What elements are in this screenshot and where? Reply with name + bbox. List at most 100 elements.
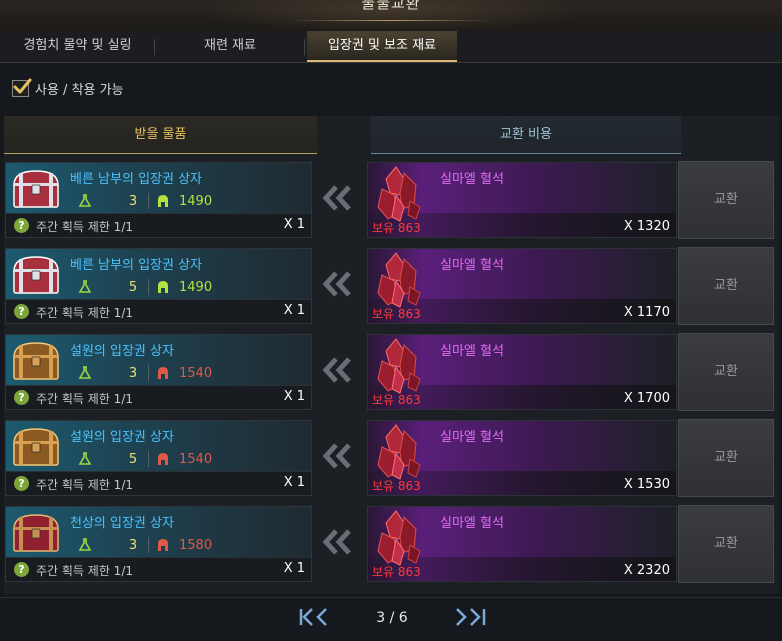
help-icon[interactable]: ?: [14, 476, 29, 491]
reward-item-card[interactable]: 베른 남부의 입장권 상자 3 1490 ? 주간 획득 제한 1/1 X 1: [5, 162, 312, 238]
footer-divider: [0, 597, 782, 598]
stat-divider: [148, 365, 149, 381]
help-icon[interactable]: ?: [14, 562, 29, 577]
cost-item-card[interactable]: 실마엘 혈석 보유 863 X 1530: [367, 420, 677, 496]
required-count: 5: [128, 279, 138, 295]
owned-amount: 보유 863: [372, 479, 421, 493]
cost-item-name: 실마엘 혈석: [440, 172, 504, 187]
bloodstone-icon: [377, 166, 421, 222]
help-icon[interactable]: ?: [14, 390, 29, 405]
tab-exp-potions[interactable]: 경험치 물약 및 실링: [0, 31, 155, 62]
reward-item-requirements: 5 1540: [78, 450, 212, 468]
chest-red-icon: [13, 256, 59, 294]
helmet-icon: [158, 281, 168, 293]
window-title: 물물교환: [361, 0, 421, 12]
required-count: 5: [128, 451, 138, 467]
owned-amount: 보유 863: [372, 565, 421, 579]
exchange-row: 베른 남부의 입장권 상자 3 1490 ? 주간 획득 제한 1/1 X 1: [0, 161, 775, 242]
last-page-icon[interactable]: [453, 606, 487, 628]
owned-amount: 보유 863: [372, 307, 421, 321]
required-count: 3: [128, 365, 138, 381]
help-icon[interactable]: ?: [14, 218, 29, 233]
bloodstone-icon: [377, 424, 421, 480]
tab-refining-materials[interactable]: 재련 재료: [155, 31, 305, 62]
title-divider: [290, 20, 492, 21]
exchange-button[interactable]: 교환: [678, 419, 774, 497]
required-item-level: 1540: [179, 451, 213, 467]
cost-item-card[interactable]: 실마엘 혈석 보유 863 X 1170: [367, 248, 677, 324]
weekly-limit: 주간 획득 제한 1/1: [36, 478, 133, 492]
cost-item-name: 실마엘 혈석: [440, 344, 504, 359]
double-chevron-left-icon: [322, 185, 351, 211]
exchange-button[interactable]: 교환: [678, 333, 774, 411]
helmet-icon: [158, 539, 168, 551]
cost-item-name: 실마엘 혈석: [440, 430, 504, 445]
reward-item-card[interactable]: 설원의 입장권 상자 5 1540 ? 주간 획득 제한 1/1 X 1: [5, 420, 312, 496]
reward-item-requirements: 5 1490: [78, 278, 212, 296]
pagination: 3 / 6: [0, 602, 782, 632]
exchange-row: 설원의 입장권 상자 5 1540 ? 주간 획득 제한 1/1 X 1 실마엘…: [0, 419, 775, 500]
helmet-icon: [158, 453, 168, 465]
required-item-level: 1490: [179, 279, 213, 295]
tab-tickets-materials[interactable]: 입장권 및 보조 재료: [307, 31, 457, 62]
cost-column-header: 교환 비용: [371, 116, 681, 154]
chest-gold-icon: [13, 428, 59, 466]
double-chevron-left-icon: [322, 271, 351, 297]
required-count: 3: [128, 193, 138, 209]
bloodstone-icon: [377, 338, 421, 394]
chest-red-icon: [13, 170, 59, 208]
helmet-icon: [158, 367, 168, 379]
reward-item-requirements: 3 1540: [78, 364, 212, 382]
exchange-row: 베른 남부의 입장권 상자 5 1490 ? 주간 획득 제한 1/1 X 1: [0, 247, 775, 328]
cost-item-card[interactable]: 실마엘 혈석 보유 863 X 1700: [367, 334, 677, 410]
stat-divider: [148, 279, 149, 295]
usable-filter[interactable]: 사용 / 착용 가능: [12, 78, 124, 98]
weekly-limit: 주간 획득 제한 1/1: [36, 564, 133, 578]
reward-item-name: 베른 남부의 입장권 상자: [70, 258, 202, 273]
first-page-icon[interactable]: [298, 606, 332, 628]
cost-item-card[interactable]: 실마엘 혈석 보유 863 X 2320: [367, 506, 677, 582]
usable-checkbox[interactable]: [12, 78, 32, 97]
double-chevron-left-icon: [322, 529, 351, 555]
exchange-row: 천상의 입장권 상자 3 1580 ? 주간 획득 제한 1/1 X 1 실마엘…: [0, 505, 775, 586]
exchange-button[interactable]: 교환: [678, 161, 774, 239]
bloodstone-icon: [377, 252, 421, 308]
flask-icon: [78, 280, 92, 293]
reward-item-name: 설원의 입장권 상자: [70, 430, 174, 445]
owned-amount: 보유 863: [372, 393, 421, 407]
reward-item-card[interactable]: 베른 남부의 입장권 상자 5 1490 ? 주간 획득 제한 1/1 X 1: [5, 248, 312, 324]
cost-item-card[interactable]: 실마엘 혈석 보유 863 X 1320: [367, 162, 677, 238]
reward-item-requirements: 3 1490: [78, 192, 212, 210]
receive-column-header: 받을 물품: [4, 116, 317, 154]
helmet-icon: [158, 195, 168, 207]
flask-icon: [78, 452, 92, 465]
exchange-button[interactable]: 교환: [678, 247, 774, 325]
reward-quantity: X 1: [283, 303, 305, 318]
checkmark-icon: [13, 78, 32, 93]
reward-item-card[interactable]: 천상의 입장권 상자 3 1580 ? 주간 획득 제한 1/1 X 1: [5, 506, 312, 582]
owned-amount: 보유 863: [372, 221, 421, 235]
help-icon[interactable]: ?: [14, 304, 29, 319]
double-chevron-left-icon: [322, 443, 351, 469]
weekly-limit: 주간 획득 제한 1/1: [36, 220, 133, 234]
stat-divider: [148, 193, 149, 209]
cost-item-name: 실마엘 혈석: [440, 516, 504, 531]
cost-quantity: X 1170: [623, 305, 670, 320]
weekly-limit: 주간 획득 제한 1/1: [36, 392, 133, 406]
reward-quantity: X 1: [283, 217, 305, 232]
cost-quantity: X 1530: [623, 477, 670, 492]
page-indicator: 3 / 6: [376, 610, 408, 626]
cost-quantity: X 1320: [623, 219, 670, 234]
reward-item-card[interactable]: 설원의 입장권 상자 3 1540 ? 주간 획득 제한 1/1 X 1: [5, 334, 312, 410]
exchange-button[interactable]: 교환: [678, 505, 774, 583]
required-item-level: 1490: [179, 193, 213, 209]
stat-divider: [148, 451, 149, 467]
required-count: 3: [128, 537, 138, 553]
tab-bar: 경험치 물약 및 실링 재련 재료 입장권 및 보조 재료: [0, 31, 782, 63]
required-item-level: 1580: [179, 537, 213, 553]
required-item-level: 1540: [179, 365, 213, 381]
reward-item-name: 천상의 입장권 상자: [70, 516, 174, 531]
flask-icon: [78, 194, 92, 207]
stat-divider: [148, 537, 149, 553]
weekly-limit: 주간 획득 제한 1/1: [36, 306, 133, 320]
